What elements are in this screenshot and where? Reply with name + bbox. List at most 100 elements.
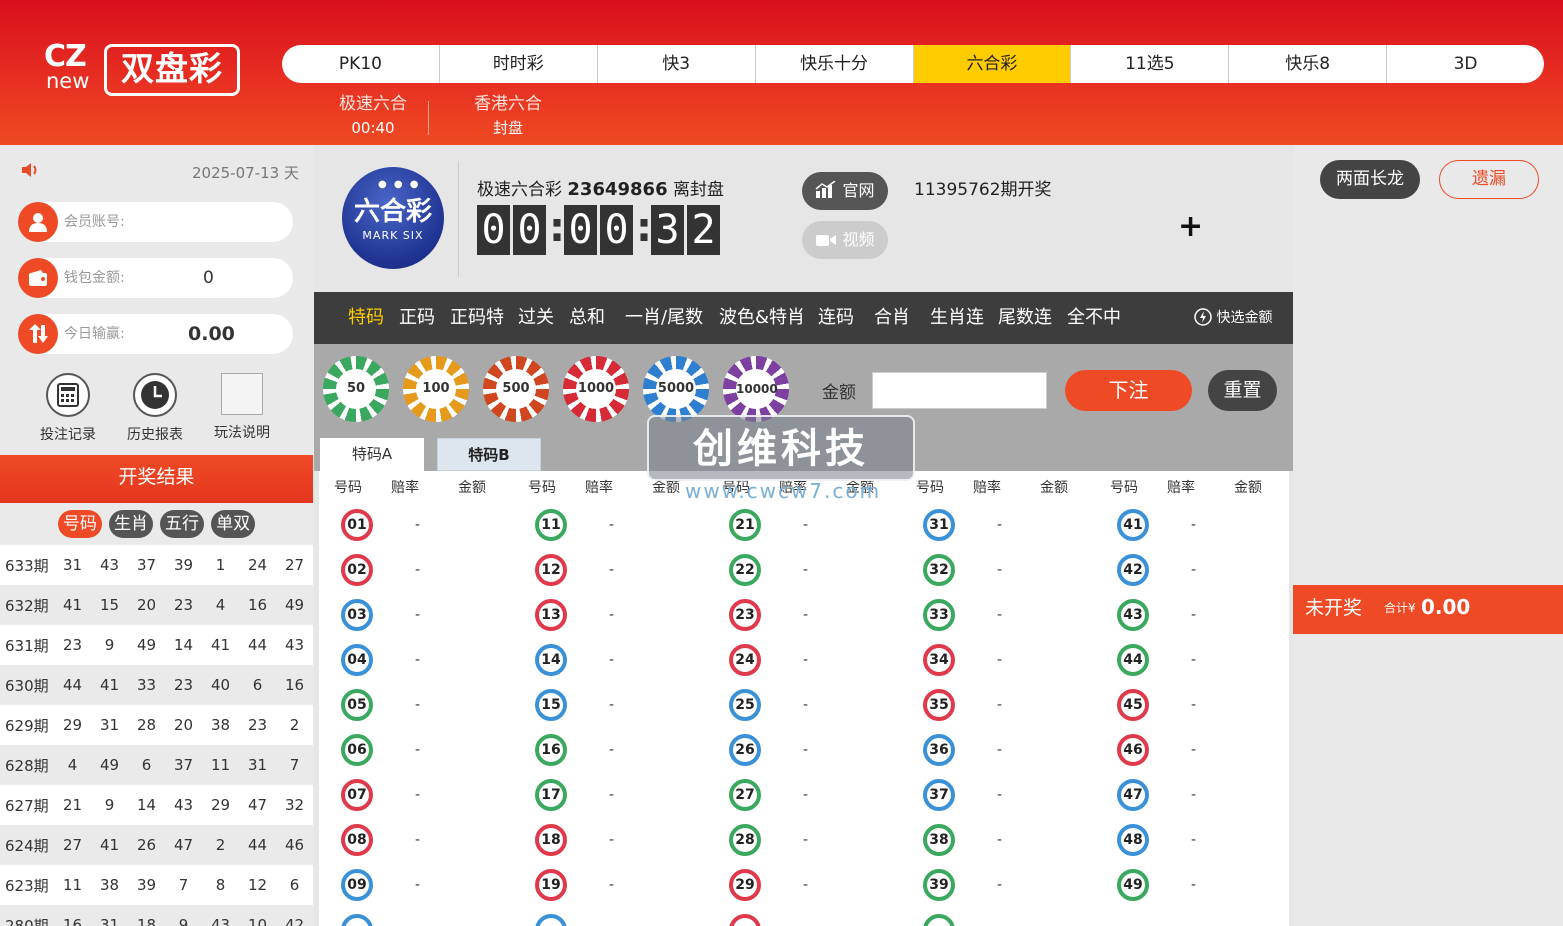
bet-cell[interactable]: 46 - xyxy=(1109,728,1289,773)
number-ball[interactable]: 19 xyxy=(535,869,567,901)
number-ball[interactable]: 21 xyxy=(729,509,761,541)
bet-cell[interactable]: 25 - xyxy=(721,683,915,728)
number-ball[interactable]: 22 xyxy=(729,554,761,586)
bet-cell[interactable]: 17 - xyxy=(527,773,721,818)
bet-cell[interactable]: 42 - xyxy=(1109,548,1289,593)
number-ball[interactable]: 02 xyxy=(341,554,373,586)
video-button[interactable]: 视频 xyxy=(802,221,888,259)
tab-lhc[interactable]: 六合彩 xyxy=(913,45,1072,83)
number-ball[interactable]: 08 xyxy=(341,824,373,856)
bet-cell[interactable]: 04 - xyxy=(333,638,527,683)
play-rules-button[interactable]: 玩法说明 xyxy=(202,373,282,442)
bet-cell[interactable]: 26 - xyxy=(721,728,915,773)
number-ball[interactable]: 31 xyxy=(923,509,955,541)
bettype-weishulian[interactable]: 尾数连 xyxy=(998,292,1052,344)
number-ball[interactable]: 01 xyxy=(341,509,373,541)
chip-5000[interactable]: 5000 xyxy=(643,356,709,422)
number-ball[interactable]: 48 xyxy=(1117,824,1149,856)
tab-kl8[interactable]: 快乐8 xyxy=(1229,45,1388,83)
bettype-zhengma[interactable]: 正码 xyxy=(399,292,435,344)
number-ball[interactable]: 42 xyxy=(1117,554,1149,586)
results-tab-zodiac[interactable]: 生肖 xyxy=(108,510,153,538)
number-ball[interactable]: 43 xyxy=(1117,599,1149,631)
bet-cell[interactable]: 19 - xyxy=(527,863,721,908)
bet-cell[interactable]: 33 - xyxy=(915,593,1109,638)
bet-cell[interactable]: 13 - xyxy=(527,593,721,638)
number-ball[interactable]: 41 xyxy=(1117,509,1149,541)
bet-cell[interactable]: 27 - xyxy=(721,773,915,818)
bet-cell[interactable]: 31 - xyxy=(915,503,1109,548)
bet-cell[interactable]: 24 - xyxy=(721,638,915,683)
bet-cell[interactable]: 37 - xyxy=(915,773,1109,818)
bettype-zhengmate[interactable]: 正码特 xyxy=(450,292,504,344)
bet-cell[interactable]: 11 - xyxy=(527,503,721,548)
number-ball[interactable]: 33 xyxy=(923,599,955,631)
number-ball[interactable]: 12 xyxy=(535,554,567,586)
bettype-lianma[interactable]: 连码 xyxy=(818,292,854,344)
reset-button[interactable]: 重置 xyxy=(1208,370,1277,411)
number-ball[interactable]: 06 xyxy=(341,734,373,766)
chip-1000[interactable]: 1000 xyxy=(563,356,629,422)
bet-cell[interactable]: 34 - xyxy=(915,638,1109,683)
speaker-icon[interactable] xyxy=(20,161,40,184)
results-tab-oddeven[interactable]: 单双 xyxy=(211,510,256,538)
bet-cell[interactable]: 22 - xyxy=(721,548,915,593)
official-site-button[interactable]: 官网 xyxy=(802,172,888,210)
number-ball[interactable]: 29 xyxy=(729,869,761,901)
number-ball[interactable]: 38 xyxy=(923,824,955,856)
bet-cell[interactable]: 39 - xyxy=(915,863,1109,908)
chip-50[interactable]: 50 xyxy=(323,356,389,422)
tab-k3[interactable]: 快3 xyxy=(598,45,756,83)
bet-cell[interactable]: 14 - xyxy=(527,638,721,683)
number-ball[interactable]: 37 xyxy=(923,779,955,811)
number-ball[interactable]: 35 xyxy=(923,689,955,721)
subtab-hk-lhc[interactable]: 香港六合 封盘 xyxy=(453,93,563,141)
bet-cell[interactable]: 03 - xyxy=(333,593,527,638)
subtab-jisu-lhc[interactable]: 极速六合 00:40 xyxy=(318,93,428,141)
subplay-tema-a[interactable]: 特码A xyxy=(320,438,424,471)
number-ball[interactable]: 39 xyxy=(923,869,955,901)
bet-cell[interactable]: 09 - xyxy=(333,863,527,908)
bet-cell[interactable]: 44 - xyxy=(1109,638,1289,683)
bet-cell[interactable]: 08 - xyxy=(333,818,527,863)
tab-pk10[interactable]: PK10 xyxy=(282,45,440,83)
number-ball[interactable]: 24 xyxy=(729,644,761,676)
bet-cell[interactable]: 41 - xyxy=(1109,503,1289,548)
bet-cell[interactable]: 48 - xyxy=(1109,818,1289,863)
place-bet-button[interactable]: 下注 xyxy=(1065,370,1192,411)
bet-cell[interactable]: 06 - xyxy=(333,728,527,773)
number-ball[interactable]: 13 xyxy=(535,599,567,631)
number-ball[interactable]: 26 xyxy=(729,734,761,766)
number-ball[interactable]: 25 xyxy=(729,689,761,721)
number-ball[interactable]: 05 xyxy=(341,689,373,721)
site-logo[interactable]: CZ new 双盘彩 xyxy=(44,42,244,98)
bet-cell[interactable]: 16 - xyxy=(527,728,721,773)
number-ball[interactable]: 47 xyxy=(1117,779,1149,811)
bet-cell[interactable]: 49 - xyxy=(1109,863,1289,908)
number-ball[interactable]: 15 xyxy=(535,689,567,721)
bet-cell[interactable]: 35 - xyxy=(915,683,1109,728)
bettype-guoguan[interactable]: 过关 xyxy=(518,292,554,344)
results-tab-element[interactable]: 五行 xyxy=(160,510,205,538)
bettype-hexiao[interactable]: 合肖 xyxy=(874,292,910,344)
bet-cell[interactable]: 12 - xyxy=(527,548,721,593)
bet-cell[interactable]: 02 - xyxy=(333,548,527,593)
subplay-tema-b[interactable]: 特码B xyxy=(437,438,541,471)
number-ball[interactable]: 03 xyxy=(341,599,373,631)
bet-cell[interactable]: 21 - xyxy=(721,503,915,548)
chip-100[interactable]: 100 xyxy=(403,356,469,422)
bet-cell[interactable]: 07 - xyxy=(333,773,527,818)
quick-amount-button[interactable]: 快选金额 xyxy=(1194,292,1272,344)
chip-10000[interactable]: 10000 xyxy=(723,356,789,422)
long-dragon-button[interactable]: 两面长龙 xyxy=(1320,160,1420,199)
bet-cell[interactable]: 05 - xyxy=(333,683,527,728)
bettype-yixiao-weishu[interactable]: 一肖/尾数 xyxy=(625,292,703,344)
number-ball[interactable]: 07 xyxy=(341,779,373,811)
number-ball[interactable]: 27 xyxy=(729,779,761,811)
history-report-button[interactable]: 历史报表 xyxy=(115,373,195,444)
bettype-bose-texiao[interactable]: 波色&特肖 xyxy=(719,292,805,344)
number-ball[interactable]: 17 xyxy=(535,779,567,811)
number-ball[interactable]: 34 xyxy=(923,644,955,676)
bet-cell[interactable]: 43 - xyxy=(1109,593,1289,638)
bet-record-button[interactable]: 投注记录 xyxy=(28,373,108,444)
